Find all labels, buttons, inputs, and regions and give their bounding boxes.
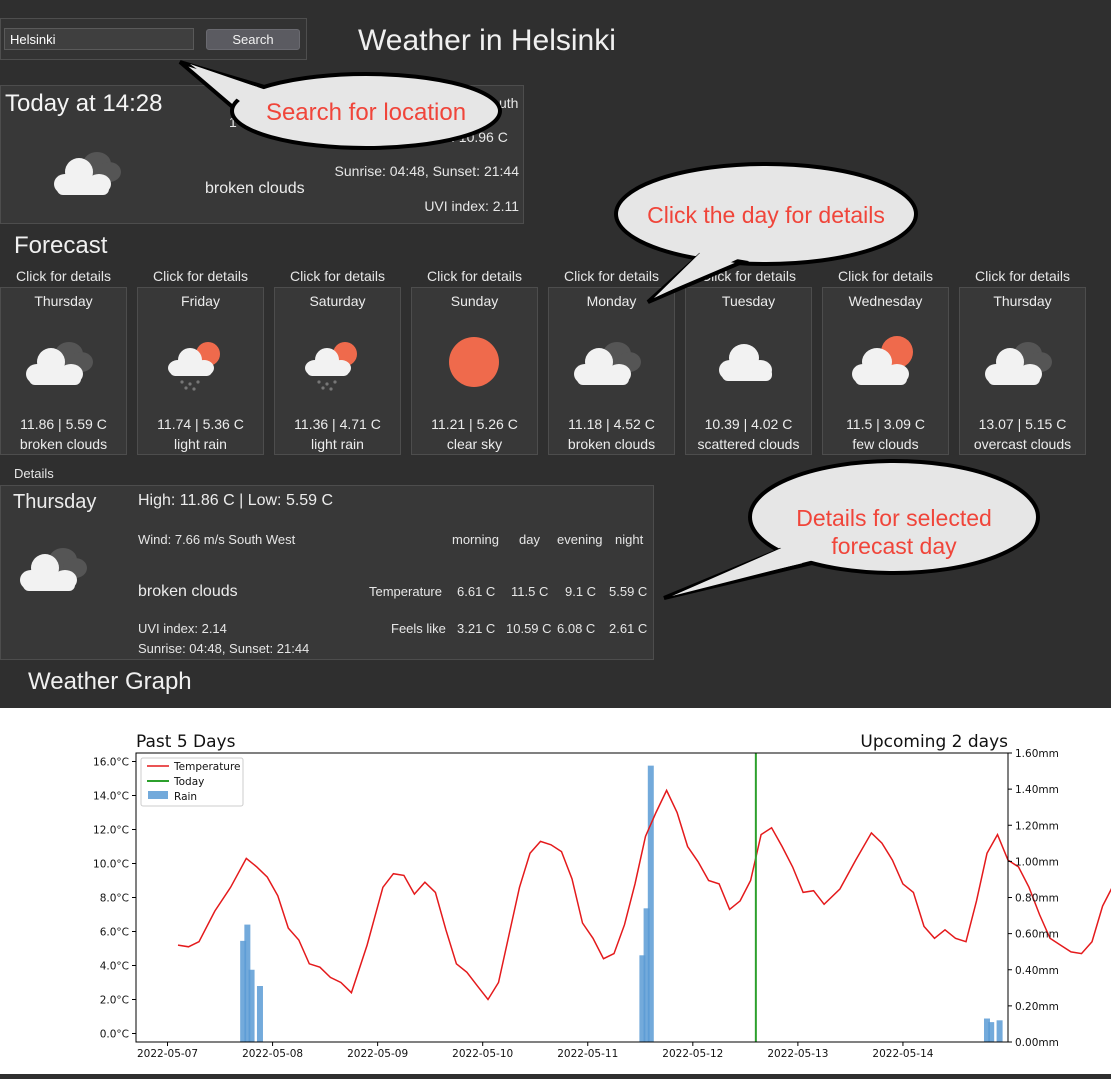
y-left-tick-label: 14.0°C — [93, 791, 129, 803]
y-left-tick-label: 0.0°C — [100, 1029, 129, 1041]
weather-chart: Past 5 Days Upcoming 2 days 2022-05-07 2022… — [93, 732, 1111, 1060]
y-left-tick-label: 2.0°C — [100, 995, 129, 1007]
rain-bar — [248, 969, 255, 1042]
y-right-tick-label: 0.20mm — [1015, 1001, 1059, 1013]
y-left-tick-label: 16.0°C — [93, 757, 129, 769]
x-tick-label: 2022-05-13 — [767, 1048, 828, 1060]
chart-title-right: Upcoming 2 days — [860, 732, 1008, 752]
y-right-tick-label: 0.40mm — [1015, 965, 1059, 977]
legend-rain-label: Rain — [174, 791, 197, 803]
y-right-tick-label: 1.40mm — [1015, 784, 1059, 796]
y-left-tick-label: 4.0°C — [100, 961, 129, 973]
y-right-tick-label: 0.60mm — [1015, 929, 1059, 941]
x-tick-label: 2022-05-07 — [137, 1048, 198, 1060]
y-right-tick-label: 1.20mm — [1015, 820, 1059, 832]
plot-frame — [135, 752, 1009, 1043]
y-right-tick-label: 1.00mm — [1015, 856, 1059, 868]
callout-click-day-text: Click the day for details — [647, 202, 885, 228]
legend-today-label: Today — [173, 776, 204, 788]
rain-bar — [988, 1022, 995, 1042]
callout-click-day — [614, 162, 918, 304]
callout-layer: Search for location Click the day for de… — [178, 60, 1040, 600]
y-left-tick-label: 6.0°C — [100, 927, 129, 939]
rain-bar — [996, 1020, 1003, 1042]
legend-temperature-label: Temperature — [173, 761, 241, 773]
y-right-tick-label: 1.60mm — [1015, 748, 1059, 760]
x-tick-label: 2022-05-08 — [242, 1048, 303, 1060]
callout-search-text: Search for location — [266, 99, 466, 126]
weather-graph: Past 5 Days Upcoming 2 days 2022-05-07 2022… — [0, 708, 1111, 1074]
y-right-tick-label: 0.00mm — [1015, 1037, 1059, 1049]
x-tick-label: 2022-05-11 — [557, 1048, 618, 1060]
x-tick-label: 2022-05-12 — [662, 1048, 723, 1060]
x-tick-label: 2022-05-10 — [452, 1048, 513, 1060]
x-tick-label: 2022-05-09 — [347, 1048, 408, 1060]
y-left-tick-label: 8.0°C — [100, 893, 129, 905]
rain-bar — [647, 765, 654, 1042]
y-left-tick-label: 10.0°C — [93, 859, 129, 871]
legend-rain-swatch — [148, 791, 168, 799]
chart-title-left: Past 5 Days — [136, 732, 236, 752]
rain-bar — [256, 986, 263, 1042]
y-left-tick-label: 12.0°C — [93, 825, 129, 837]
y-right-tick-label: 0.80mm — [1015, 893, 1059, 905]
x-tick-label: 2022-05-14 — [872, 1048, 933, 1060]
